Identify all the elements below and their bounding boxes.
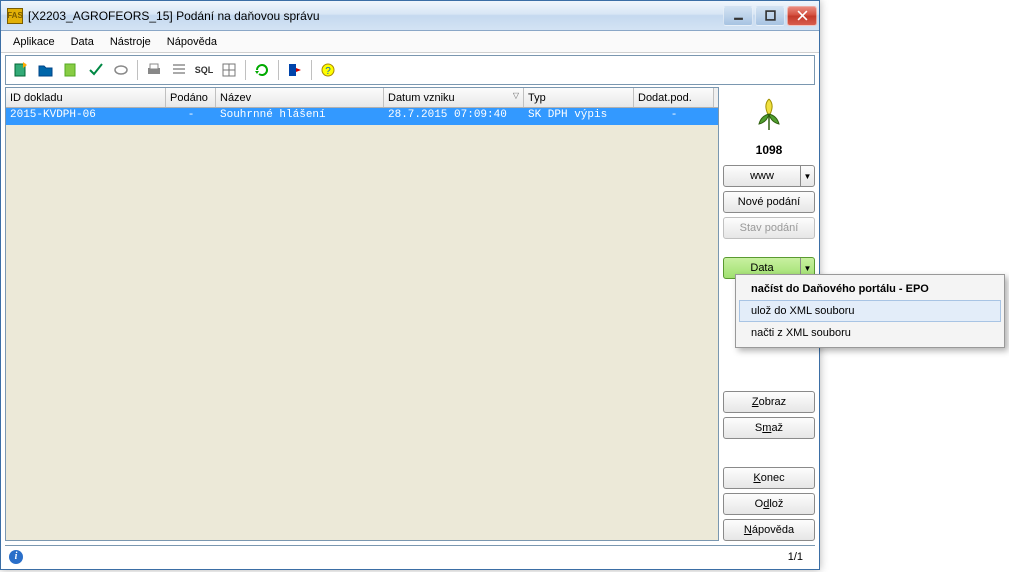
menubar: Aplikace Data Nástroje Nápověda <box>1 31 819 53</box>
window-controls <box>721 6 817 26</box>
cell-nazev: Souhrnné hlášení <box>216 108 384 125</box>
odloz-button[interactable]: Odlož <box>723 493 815 515</box>
smaz-label: až <box>771 422 783 434</box>
toolbar-list-icon[interactable] <box>168 59 190 81</box>
toolbar-open-icon[interactable] <box>35 59 57 81</box>
cell-id: 2015-KVDPH-06 <box>6 108 166 125</box>
col-dodat[interactable]: Dodat.pod. <box>634 88 714 107</box>
smaz-button[interactable]: Smaž <box>723 417 815 439</box>
svg-text:?: ? <box>325 66 331 77</box>
statusbar: i 1/1 <box>5 545 815 567</box>
menu-nastroje[interactable]: Nástroje <box>102 33 159 51</box>
toolbar-exit-icon[interactable] <box>284 59 306 81</box>
konec-label: onec <box>761 472 785 484</box>
toolbar-help-icon[interactable]: ? <box>317 59 339 81</box>
data-table: ID dokladu Podáno Název Datum vzniku ▽ Ty… <box>5 87 719 541</box>
toolbar-erase-icon[interactable] <box>110 59 132 81</box>
toolbar-sep <box>245 60 246 80</box>
zobraz-label: obraz <box>759 396 787 408</box>
table-header: ID dokladu Podáno Název Datum vzniku ▽ Ty… <box>6 88 718 108</box>
data-label: Data <box>750 262 773 274</box>
toolbar-sep <box>137 60 138 80</box>
spacer <box>723 243 815 253</box>
status-page: 1/1 <box>780 551 811 563</box>
col-typ[interactable]: Typ <box>524 88 634 107</box>
cell-podano: - <box>166 108 216 125</box>
col-podano[interactable]: Podáno <box>166 88 216 107</box>
window-title: [X2203_AGROFEORS_15] Podání na daňovou s… <box>28 9 721 23</box>
logo-icon <box>723 89 815 139</box>
konec-button[interactable]: Konec <box>723 467 815 489</box>
toolbar-refresh-icon[interactable] <box>251 59 273 81</box>
data-dropdown-menu: načíst do Daňového portálu - EPO ulož do… <box>735 274 1005 348</box>
napoveda-button[interactable]: Nápověda <box>723 519 815 541</box>
www-label: www <box>750 170 774 182</box>
stav-podani-button: Stav podání <box>723 217 815 239</box>
zobraz-button[interactable]: Zobraz <box>723 391 815 413</box>
info-icon[interactable]: i <box>9 550 23 564</box>
toolbar-print-icon[interactable] <box>143 59 165 81</box>
dropdown-item-save-xml[interactable]: ulož do XML souboru <box>739 300 1001 322</box>
table-body[interactable]: 2015-KVDPH-06 - Souhrnné hlášení 28.7.20… <box>6 108 718 540</box>
toolbar-grid-icon[interactable] <box>218 59 240 81</box>
napoveda-label: ápověda <box>752 524 794 536</box>
content-area: ID dokladu Podáno Název Datum vzniku ▽ Ty… <box>5 87 815 541</box>
www-button[interactable]: www ▼ <box>723 165 815 187</box>
col-datum[interactable]: Datum vzniku ▽ <box>384 88 524 107</box>
cell-typ: SK DPH výpis <box>524 108 634 125</box>
dropdown-item-epo[interactable]: načíst do Daňového portálu - EPO <box>739 278 1001 300</box>
menu-napoveda[interactable]: Nápověda <box>159 33 225 51</box>
sort-desc-icon: ▽ <box>513 91 519 100</box>
spacer <box>723 443 815 463</box>
col-datum-label: Datum vzniku <box>388 92 455 104</box>
dropdown-item-load-xml[interactable]: načti z XML souboru <box>739 322 1001 344</box>
maximize-button[interactable] <box>755 6 785 26</box>
record-count: 1098 <box>723 143 815 161</box>
minimize-button[interactable] <box>723 6 753 26</box>
toolbar-sql-icon[interactable]: SQL <box>193 59 215 81</box>
odloz-label: lož <box>769 498 783 510</box>
close-button[interactable] <box>787 6 817 26</box>
toolbar-check-icon[interactable] <box>85 59 107 81</box>
www-dropdown-icon[interactable]: ▼ <box>800 166 814 186</box>
toolbar-edit-icon[interactable] <box>60 59 82 81</box>
status-left: i <box>9 550 780 564</box>
menu-aplikace[interactable]: Aplikace <box>5 33 63 51</box>
toolbar-new-icon[interactable] <box>10 59 32 81</box>
titlebar: FAS [X2203_AGROFEORS_15] Podání na daňov… <box>1 1 819 31</box>
table-row[interactable]: 2015-KVDPH-06 - Souhrnné hlášení 28.7.20… <box>6 108 718 125</box>
menu-data[interactable]: Data <box>63 33 102 51</box>
toolbar: SQL ? <box>5 55 815 85</box>
cell-datum: 28.7.2015 07:09:40 <box>384 108 524 125</box>
cell-dodat: - <box>634 108 714 125</box>
main-window: FAS [X2203_AGROFEORS_15] Podání na daňov… <box>0 0 820 570</box>
toolbar-sep <box>278 60 279 80</box>
nove-podani-button[interactable]: Nové podání <box>723 191 815 213</box>
app-icon: FAS <box>7 8 23 24</box>
col-nazev[interactable]: Název <box>216 88 384 107</box>
col-id[interactable]: ID dokladu <box>6 88 166 107</box>
toolbar-sep <box>311 60 312 80</box>
